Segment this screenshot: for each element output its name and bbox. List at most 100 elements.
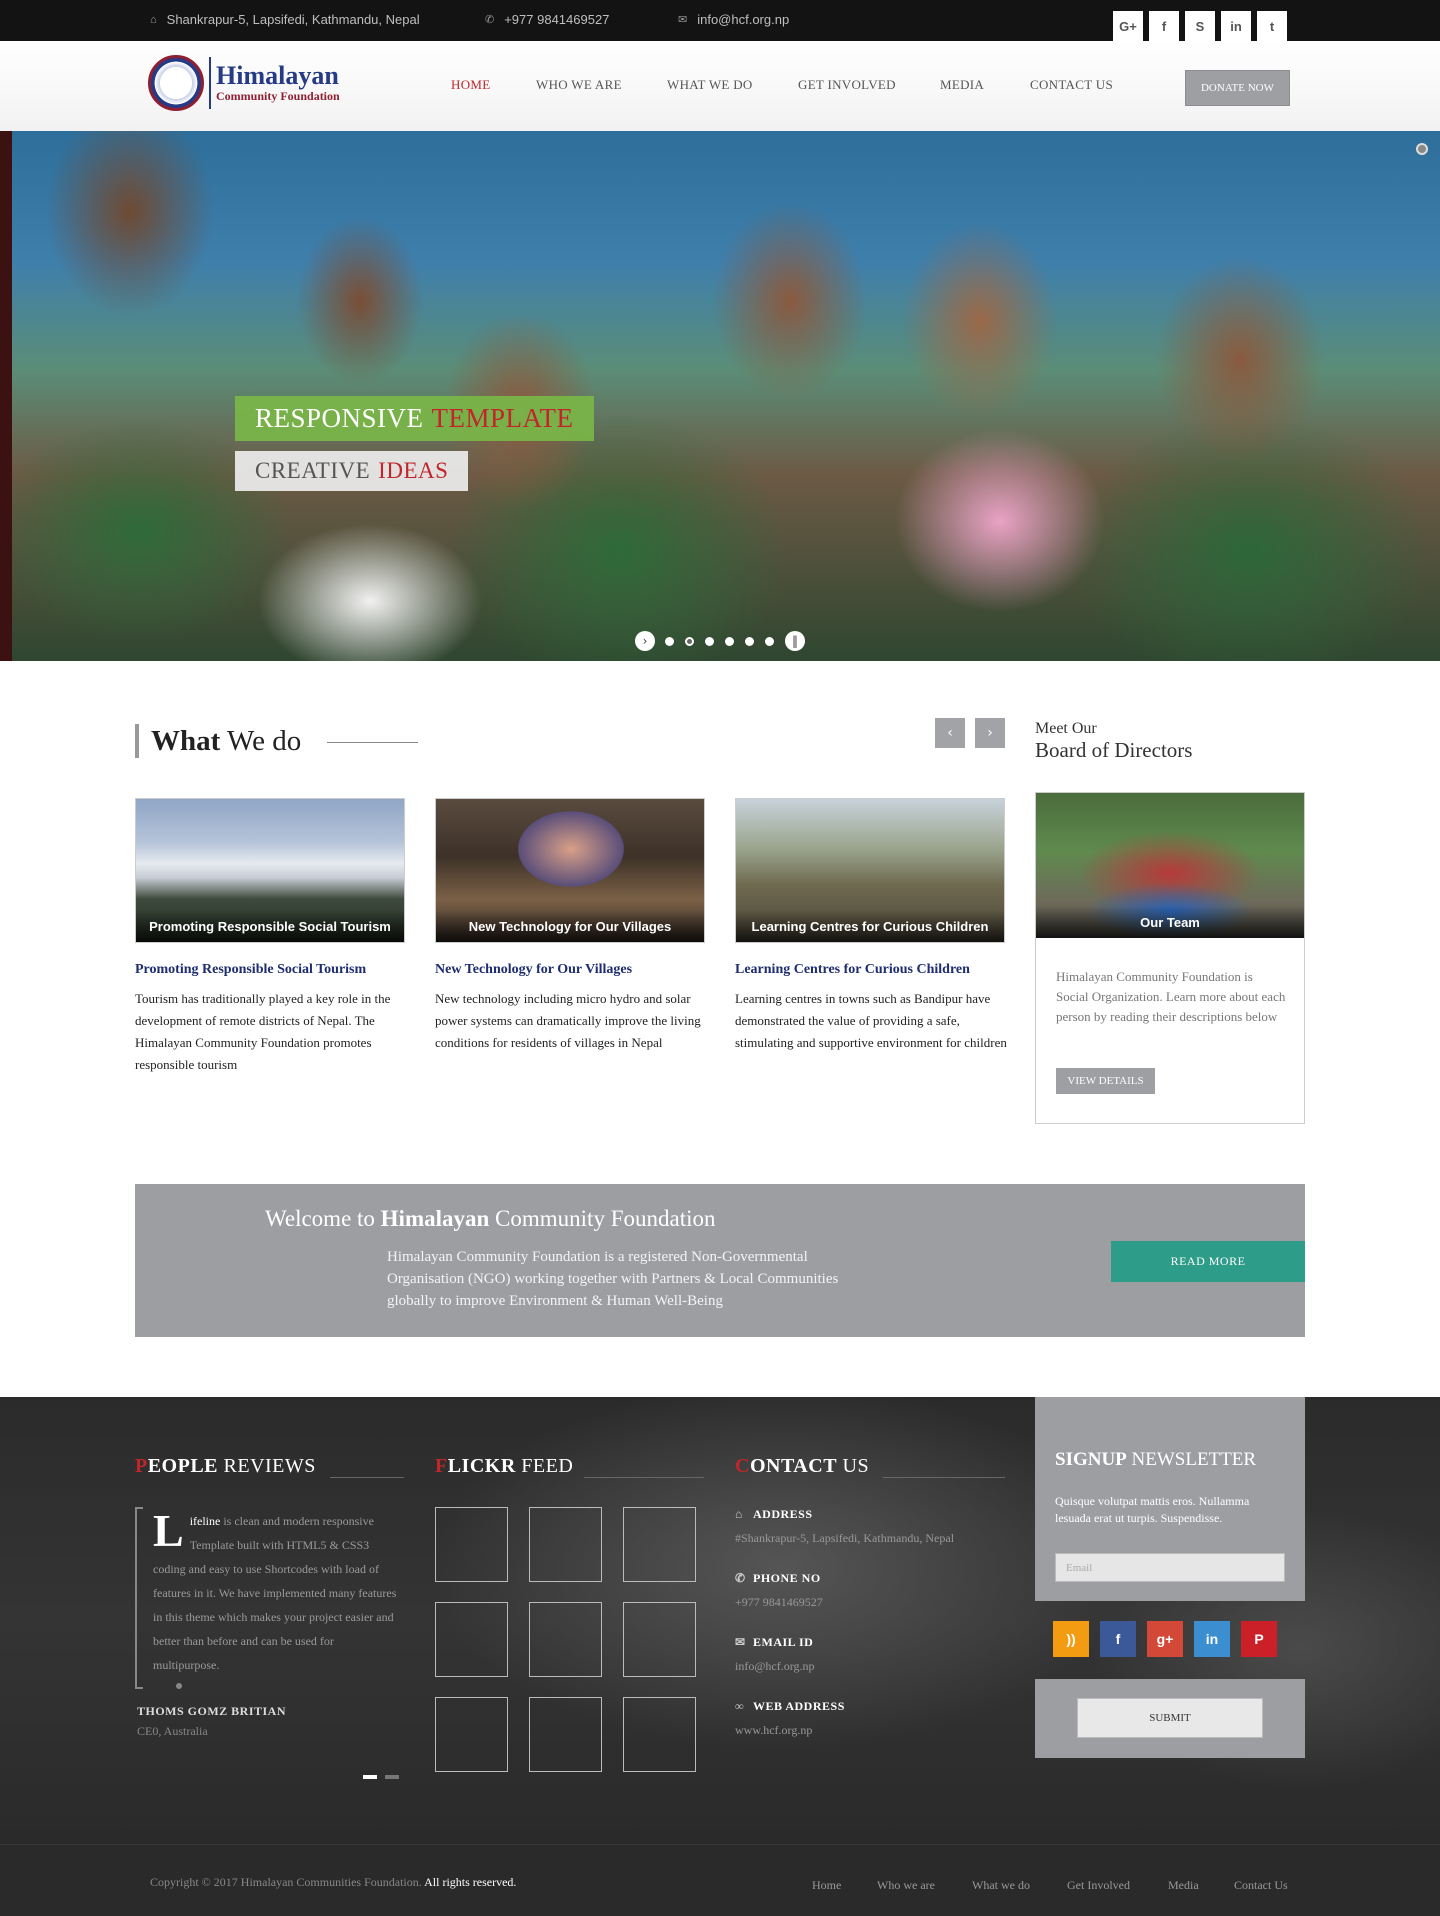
- nav-media[interactable]: MEDIA: [940, 77, 984, 93]
- slider-indicator-icon[interactable]: [1416, 143, 1428, 155]
- reviews-title-rest: REVIEWS: [223, 1455, 316, 1477]
- newsletter-title: SIGNUP NEWSLETTER: [1055, 1449, 1256, 1471]
- slider-pause-icon[interactable]: ‖: [785, 631, 805, 651]
- copyright-text: Copyright © 2017 Himalayan Communities F…: [150, 1875, 422, 1889]
- flickr-thumb[interactable]: [623, 1507, 696, 1582]
- card-image-technology[interactable]: New Technology for Our Villages: [435, 798, 705, 943]
- rss-icon[interactable]: )): [1053, 1621, 1089, 1657]
- quote-bracket: [135, 1507, 143, 1689]
- flickr-thumb[interactable]: [529, 1507, 602, 1582]
- nav-who-we-are[interactable]: WHO WE ARE: [536, 77, 622, 93]
- welcome-banner: Welcome to Himalayan Community Foundatio…: [135, 1184, 1305, 1337]
- newsletter-title-rest: NEWSLETTER: [1131, 1449, 1257, 1470]
- flickr-thumb[interactable]: [435, 1602, 508, 1677]
- card-title-tourism[interactable]: Promoting Responsible Social Tourism: [135, 962, 366, 978]
- copyright: Copyright © 2017 Himalayan Communities F…: [150, 1875, 516, 1890]
- carousel-next-icon[interactable]: ›: [975, 718, 1005, 748]
- slider-dot[interactable]: [765, 637, 774, 646]
- footer-link-home[interactable]: Home: [812, 1878, 841, 1893]
- site-logo[interactable]: Himalayan Community Foundation: [148, 55, 340, 111]
- logo-subtitle: Community Foundation: [216, 89, 340, 103]
- nav-home[interactable]: HOME: [451, 77, 490, 93]
- donate-button[interactable]: DONATE NOW: [1185, 70, 1290, 106]
- newsletter-text: Quisque volutpat mattis eros. Nullamma l…: [1055, 1494, 1250, 1525]
- flickr-title-first: F: [435, 1455, 448, 1477]
- flickr-thumb[interactable]: [623, 1602, 696, 1677]
- flickr-thumb[interactable]: [435, 1507, 508, 1582]
- submit-button[interactable]: SUBMIT: [1077, 1698, 1263, 1738]
- card-image-learning[interactable]: Learning Centres for Curious Children: [735, 798, 1005, 943]
- slider-dot[interactable]: [705, 637, 714, 646]
- footer-link-media[interactable]: Media: [1168, 1878, 1199, 1893]
- slider-dot[interactable]: [665, 637, 674, 646]
- card-title-learning[interactable]: Learning Centres for Curious Children: [735, 962, 970, 978]
- what-we-do-title: What We do: [135, 724, 301, 758]
- footer-link-who-we-are[interactable]: Who we are: [877, 1878, 935, 1893]
- newsletter-title-bold: SIGNUP: [1055, 1449, 1127, 1470]
- nav-get-involved[interactable]: GET INVOLVED: [798, 77, 896, 93]
- review-text: Lifeline is clean and modern responsive …: [153, 1508, 403, 1677]
- site-footer: PEOPLE REVIEWS Lifeline is clean and mod…: [0, 1397, 1440, 1844]
- web-label-text: WEB ADDRESS: [753, 1699, 845, 1713]
- logo-divider: [209, 57, 211, 109]
- flickr-thumb[interactable]: [435, 1697, 508, 1772]
- hero-caption-1-a: RESPONSIVE: [255, 403, 424, 433]
- topbar-phone: ✆ +977 9841469527: [485, 12, 609, 27]
- card-title-technology[interactable]: New Technology for Our Villages: [435, 962, 632, 978]
- hero-slider[interactable]: RESPONSIVE TEMPLATE CREATIVE IDEAS › ‖: [0, 131, 1440, 661]
- hero-caption-1-b: TEMPLATE: [431, 403, 574, 433]
- reviews-title: PEOPLE REVIEWS: [135, 1455, 316, 1478]
- skype-icon[interactable]: S: [1185, 11, 1215, 41]
- view-details-button[interactable]: VIEW DETAILS: [1056, 1068, 1155, 1094]
- twitter-icon[interactable]: t: [1257, 11, 1287, 41]
- quote-bracket-dot: [176, 1683, 182, 1689]
- envelope-icon: ✉: [678, 14, 688, 26]
- footer-link-contact-us[interactable]: Contact Us: [1234, 1878, 1288, 1893]
- pinterest-icon[interactable]: P: [1241, 1621, 1277, 1657]
- footer-link-what-we-do[interactable]: What we do: [972, 1878, 1030, 1893]
- card-image-caption: Promoting Responsible Social Tourism: [136, 910, 404, 942]
- slider-next-icon[interactable]: ›: [635, 631, 655, 651]
- reviews-title-bold: EOPLE: [147, 1455, 219, 1477]
- slider-dot[interactable]: [745, 637, 754, 646]
- what-we-do-title-bold: What: [151, 725, 221, 757]
- web-value[interactable]: www.hcf.org.np: [735, 1723, 812, 1738]
- board-text: Himalayan Community Foundation is Social…: [1056, 969, 1286, 1024]
- phone-value: +977 9841469527: [735, 1595, 823, 1609]
- nav-what-we-do[interactable]: WHAT WE DO: [667, 77, 753, 93]
- board-team-image[interactable]: Our Team: [1036, 793, 1304, 938]
- google-plus-icon[interactable]: G+: [1113, 11, 1143, 41]
- flickr-thumb[interactable]: [529, 1602, 602, 1677]
- carousel-prev-icon[interactable]: ‹: [935, 718, 965, 748]
- slider-dot-active[interactable]: [685, 637, 694, 646]
- card-image-caption: Learning Centres for Curious Children: [736, 910, 1004, 942]
- flickr-thumb[interactable]: [529, 1697, 602, 1772]
- google-plus-icon[interactable]: g+: [1147, 1621, 1183, 1657]
- footer-link-get-involved[interactable]: Get Involved: [1067, 1878, 1130, 1893]
- linkedin-icon[interactable]: in: [1221, 11, 1251, 41]
- what-we-do-title-rest: We do: [227, 725, 302, 757]
- review-body: is clean and modern responsive Template …: [153, 1514, 397, 1672]
- review-pager-active[interactable]: [363, 1775, 377, 1779]
- linkedin-icon[interactable]: in: [1194, 1621, 1230, 1657]
- email-value[interactable]: info@hcf.org.np: [735, 1659, 814, 1674]
- flickr-thumb[interactable]: [623, 1697, 696, 1772]
- facebook-icon[interactable]: f: [1149, 11, 1179, 41]
- top-bar: ⌂ Shankrapur-5, Lapsifedi, Kathmandu, Ne…: [0, 0, 1440, 41]
- card-image-tourism[interactable]: Promoting Responsible Social Tourism: [135, 798, 405, 943]
- newsletter-email-input[interactable]: Email: [1055, 1553, 1285, 1582]
- card-image-caption: New Technology for Our Villages: [436, 910, 704, 942]
- nav-contact-us[interactable]: CONTACT US: [1030, 77, 1113, 93]
- title-divider: [327, 742, 418, 743]
- flickr-title-rest: FEED: [521, 1455, 574, 1477]
- facebook-icon[interactable]: f: [1100, 1621, 1136, 1657]
- topbar-address-text: Shankrapur-5, Lapsifedi, Kathmandu, Nepa…: [166, 12, 420, 27]
- topbar-address: ⌂ Shankrapur-5, Lapsifedi, Kathmandu, Ne…: [150, 12, 420, 27]
- hero-caption-1: RESPONSIVE TEMPLATE: [235, 396, 594, 441]
- review-pager[interactable]: [385, 1775, 399, 1779]
- address-value: #Shankrapur-5, Lapsifedi, Kathmandu, Nep…: [735, 1531, 955, 1545]
- slider-dot[interactable]: [725, 637, 734, 646]
- board-card: Our Team Himalayan Community Foundation …: [1035, 792, 1305, 1124]
- phone-label: ✆ PHONE NO: [735, 1571, 821, 1586]
- read-more-button[interactable]: READ MORE: [1111, 1241, 1305, 1282]
